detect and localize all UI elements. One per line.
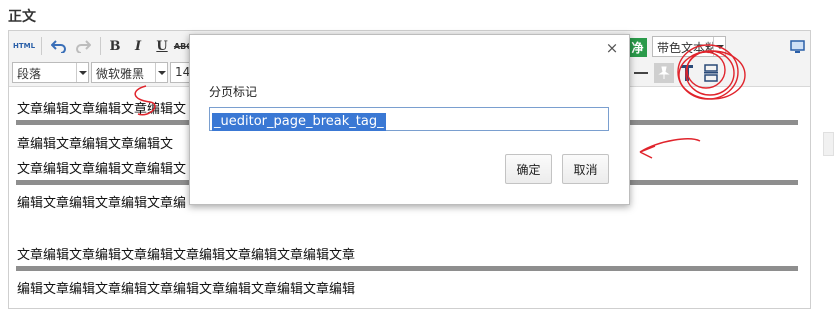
pin-icon xyxy=(658,66,670,79)
page-break-marker xyxy=(16,266,798,271)
close-icon[interactable]: × xyxy=(605,39,619,57)
page-break-tag-input[interactable]: _ueditor_page_break_tag_ xyxy=(209,107,609,131)
content-line: 编辑文章编辑文章编辑文章编 xyxy=(17,196,187,211)
horizontal-rule-button[interactable] xyxy=(631,63,651,83)
bold-button[interactable]: B xyxy=(105,36,125,56)
toolbar-separator xyxy=(100,37,101,55)
text-t-icon xyxy=(681,65,693,81)
font-family-value: 微软雅黑 xyxy=(96,67,145,81)
content-line: 编辑文章编辑文章编辑文章编辑文章编辑文章编辑文章编辑 xyxy=(17,282,356,297)
content-line: 文章编辑文章编辑文章编辑文章编辑文章编辑文章编辑文章 xyxy=(17,248,356,263)
ok-button[interactable]: 确定 xyxy=(505,154,552,184)
paste-mode-value: 带色文本粘 xyxy=(657,41,718,55)
clear-format-button[interactable]: 净 xyxy=(628,38,647,57)
undo-button[interactable] xyxy=(49,36,69,56)
page-break-button[interactable] xyxy=(701,63,721,83)
italic-button[interactable]: I xyxy=(128,36,148,56)
chevron-down-icon xyxy=(713,37,725,56)
cancel-button[interactable]: 取消 xyxy=(562,154,609,184)
chevron-down-icon xyxy=(155,63,167,82)
fullscreen-button[interactable] xyxy=(787,36,807,56)
pin-button[interactable] xyxy=(654,63,674,83)
content-line: 章编辑文章编辑文章编辑文 xyxy=(17,137,174,152)
redo-icon xyxy=(76,40,91,53)
monitor-icon xyxy=(789,39,805,53)
font-family-select[interactable]: 微软雅黑 xyxy=(91,62,168,83)
content-line: 文章编辑文章编辑文章编辑文 xyxy=(17,162,187,177)
redo-button[interactable] xyxy=(73,36,93,56)
paragraph-format-value: 段落 xyxy=(17,67,42,81)
page-break-tag-value: _ueditor_page_break_tag_ xyxy=(212,113,386,131)
chevron-down-icon xyxy=(76,63,88,82)
toolbar-separator xyxy=(41,37,42,55)
paragraph-format-select[interactable]: 段落 xyxy=(12,62,89,83)
horizontal-line-icon xyxy=(634,72,648,74)
dialog-label: 分页标记 xyxy=(209,85,258,99)
section-title: 正文 xyxy=(8,9,36,25)
undo-icon xyxy=(51,40,66,53)
html-source-button[interactable]: HTML xyxy=(13,36,35,56)
underline-button[interactable]: U xyxy=(152,36,172,56)
paste-mode-select[interactable]: 带色文本粘 xyxy=(652,36,726,57)
text-style-button[interactable] xyxy=(677,63,697,83)
page-break-icon xyxy=(704,64,718,82)
page-break-dialog: × 分页标记 _ueditor_page_break_tag_ 确定 取消 xyxy=(189,34,630,205)
side-scroll-handle[interactable] xyxy=(823,132,834,156)
content-line: 文章编辑文章编辑文章编辑文 xyxy=(17,102,187,117)
